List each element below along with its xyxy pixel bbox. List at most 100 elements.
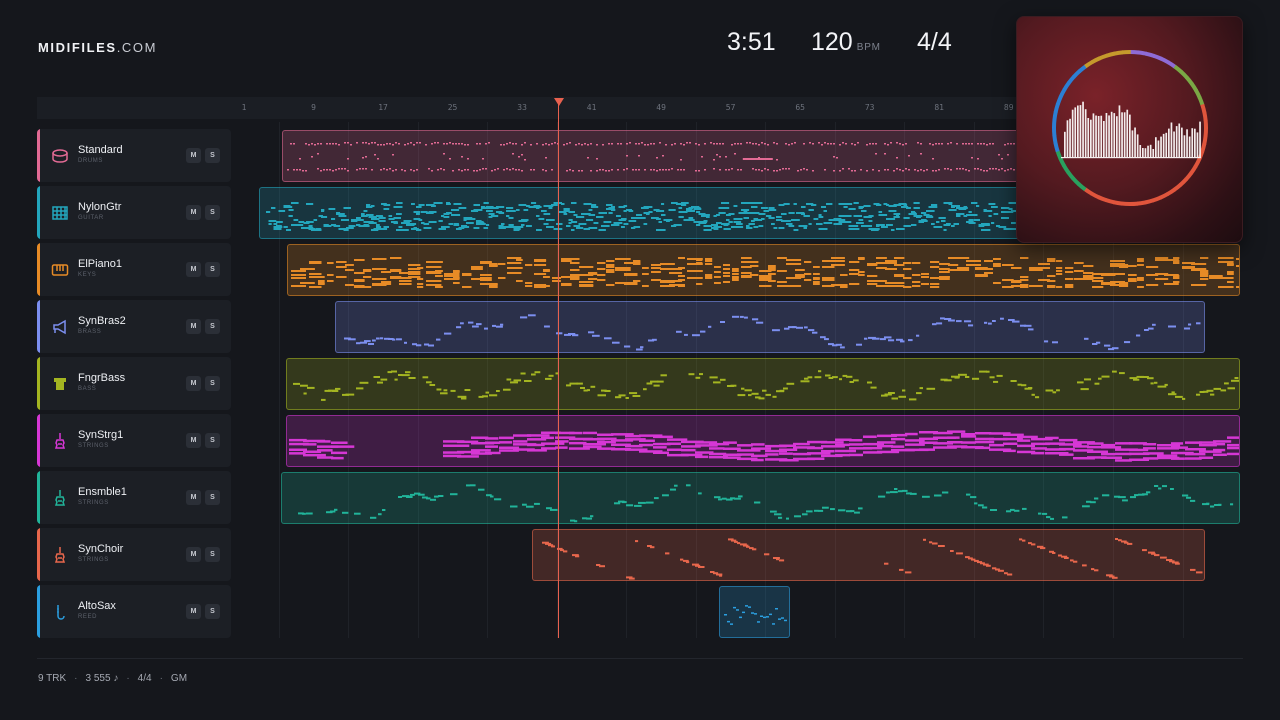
spectrum-bar: [1157, 140, 1160, 157]
solo-button[interactable]: S: [205, 262, 220, 277]
track-header-nylongtr[interactable]: NylonGtr GUITAR M S: [37, 186, 231, 239]
mute-button[interactable]: M: [186, 148, 201, 163]
solo-button[interactable]: S: [205, 547, 220, 562]
spectrum-bar: [1147, 145, 1149, 157]
track-header-standard[interactable]: Standard DRUMS M S: [37, 129, 231, 182]
spectrum-bar: [1160, 136, 1162, 157]
track-header-elpiano1[interactable]: ElPiano1 KEYS M S: [37, 243, 231, 296]
brand-logo: MIDIFILES.COM: [38, 40, 157, 55]
track-name: NylonGtr: [78, 201, 122, 213]
mute-button[interactable]: M: [186, 319, 201, 334]
spectrum-bar: [1126, 109, 1129, 157]
mute-button[interactable]: M: [186, 433, 201, 448]
track-header-synchoir[interactable]: SynChoir STRINGS M S: [37, 528, 231, 581]
solo-button[interactable]: S: [205, 490, 220, 505]
brand-domain: .COM: [116, 40, 158, 55]
track-color-stripe: [37, 300, 40, 353]
mute-button[interactable]: M: [186, 205, 201, 220]
midi-clip-synchoir[interactable]: [532, 529, 1205, 581]
separator-dot: ·: [74, 673, 78, 684]
spectrum-bar: [1069, 118, 1071, 157]
track-color-stripe: [37, 186, 40, 239]
solo-button[interactable]: S: [205, 604, 220, 619]
visualizer-ring-segment: [1184, 171, 1194, 181]
track-header-synstrg1[interactable]: SynStrg1 STRINGS M S: [37, 414, 231, 467]
mute-button[interactable]: M: [186, 604, 201, 619]
visualizer-ring-segment: [1105, 198, 1115, 205]
playhead-handle[interactable]: [554, 98, 564, 106]
spectrum-bar: [1139, 145, 1142, 157]
spectrum-bar: [1108, 115, 1110, 157]
ruler-tick: 89: [1003, 103, 1014, 112]
visualizer-ring-segment: [1189, 82, 1198, 92]
visualizer-ring-segment: [1173, 64, 1183, 74]
track-header-ensmble1[interactable]: Ensmble1 STRINGS M S: [37, 471, 231, 524]
note-pattern: [289, 430, 1239, 462]
visualizer-ring-segment: [1144, 198, 1155, 205]
solo-button[interactable]: S: [205, 376, 220, 391]
visualizer-ring-segment: [1113, 200, 1123, 206]
time-signature: 4/4: [917, 28, 952, 56]
visualizer-ring-segment: [1200, 143, 1207, 153]
track-header-synbras2[interactable]: SynBras2 BRASS M S: [37, 300, 231, 353]
visualizer-ring-segment: [1179, 70, 1189, 80]
spectrum-bar: [1118, 105, 1121, 157]
spectrum-bar: [1194, 128, 1196, 157]
visualizer-ring-segment: [1152, 53, 1163, 61]
ruler-tick: 1: [241, 103, 247, 112]
track-name: Standard: [78, 144, 123, 156]
solo-button[interactable]: S: [205, 319, 220, 334]
solo-button[interactable]: S: [205, 433, 220, 448]
visualizer-ring-segment: [1072, 69, 1082, 79]
visualizer-ring-segment: [1121, 201, 1131, 206]
track-color-stripe: [37, 528, 40, 581]
spectrum-bar: [1165, 132, 1168, 157]
horn-icon: [51, 318, 69, 336]
spectrum-bar: [1087, 118, 1090, 157]
visualizer-ring-segment: [1159, 192, 1170, 200]
visualizer-ring-segment: [1189, 164, 1198, 175]
track-category: KEYS: [78, 272, 97, 278]
midi-clip-synstrg1[interactable]: [286, 415, 1240, 467]
solo-button[interactable]: S: [205, 205, 220, 220]
ruler-tick: 33: [517, 103, 527, 112]
visualizer-ring-segment: [1083, 187, 1094, 196]
spectrum-bar: [1142, 148, 1144, 157]
solo-button[interactable]: S: [205, 148, 220, 163]
mute-button[interactable]: M: [186, 490, 201, 505]
guitar-fretboard-icon: [51, 204, 69, 222]
ruler-tick: 9: [311, 103, 316, 112]
midi-clip-fngrbass[interactable]: [286, 358, 1240, 410]
spectrum-bar: [1092, 113, 1095, 157]
spectrum-bar: [1121, 112, 1123, 157]
spectrum-bar: [1131, 130, 1134, 157]
mute-button[interactable]: M: [186, 262, 201, 277]
visualizer-ring-segment: [1053, 103, 1060, 113]
visualizer-ring-segment: [1062, 164, 1071, 174]
spectrum-bar: [1136, 134, 1139, 157]
midi-clip-ensmble1[interactable]: [281, 472, 1240, 524]
midi-clip-elpiano1[interactable]: [287, 244, 1240, 296]
spectrum-bar: [1084, 109, 1087, 157]
visualizer-ring-segment: [1084, 60, 1094, 69]
mute-button[interactable]: M: [186, 547, 201, 562]
note-pattern: [293, 370, 1239, 401]
keyboard-icon: [51, 261, 69, 279]
spectrum-bar: [1097, 116, 1100, 157]
ruler-tick: 49: [656, 103, 666, 112]
track-color-stripe: [37, 243, 40, 296]
midi-clip-altosax[interactable]: [719, 586, 790, 638]
midi-clip-synbras2[interactable]: [335, 301, 1205, 353]
mute-button[interactable]: M: [186, 376, 201, 391]
spectrum-bar: [1188, 136, 1191, 157]
visualizer-ring-segment: [1166, 60, 1177, 69]
playhead[interactable]: [558, 98, 559, 638]
visualizer-ring-segment: [1058, 88, 1067, 98]
visualizer-ring-segment: [1077, 182, 1087, 192]
track-category: REED: [78, 614, 98, 620]
brand-name: MIDIFILES: [38, 40, 117, 55]
track-header-fngrbass[interactable]: FngrBass BASS M S: [37, 357, 231, 410]
track-header-altosax[interactable]: AltoSax REED M S: [37, 585, 231, 638]
track-name: SynChoir: [78, 543, 124, 555]
spectrum-bar: [1066, 120, 1069, 157]
